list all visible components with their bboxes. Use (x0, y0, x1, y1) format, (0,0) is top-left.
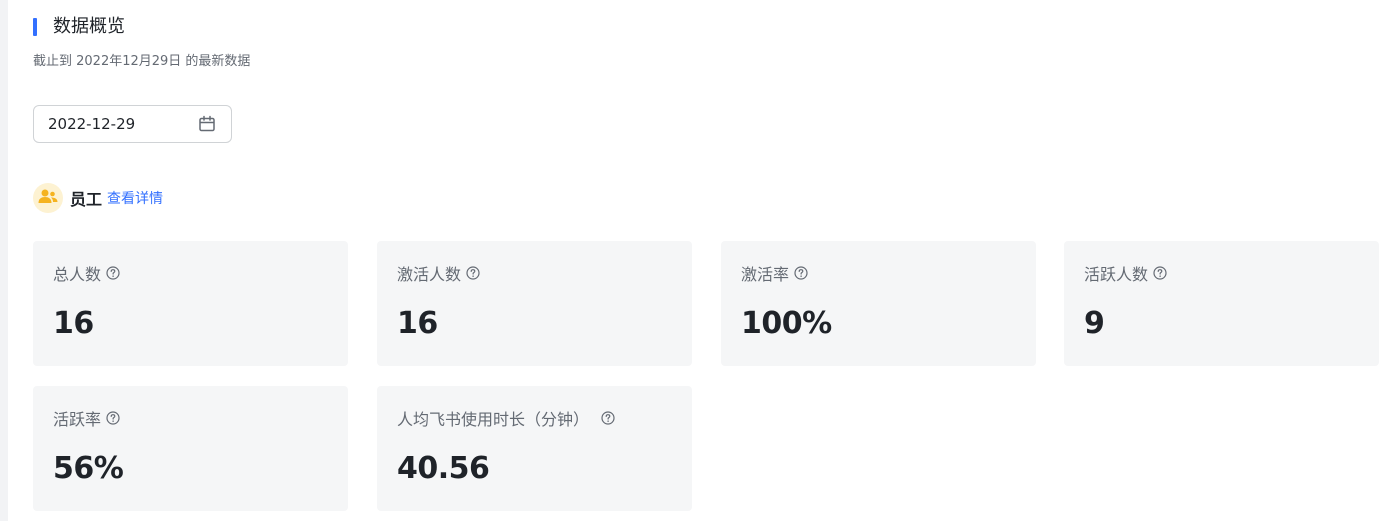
date-value: 2022-12-29 (48, 115, 136, 133)
page-title: 数据概览 (53, 16, 125, 37)
title-accent-bar (33, 18, 37, 36)
help-icon[interactable] (466, 266, 480, 280)
date-picker[interactable]: 2022-12-29 (33, 105, 232, 143)
avatar (33, 183, 63, 213)
metric-value: 16 (397, 306, 438, 341)
people-icon (38, 188, 58, 208)
metric-label: 激活人数 (397, 265, 462, 284)
metric-value: 16 (53, 306, 94, 341)
calendar-icon[interactable] (197, 114, 217, 134)
metric-card-total-count: 总人数 16 (33, 241, 348, 366)
help-icon[interactable] (106, 411, 120, 425)
metric-label: 激活率 (741, 265, 790, 284)
help-icon[interactable] (794, 266, 808, 280)
section-title: 数据概览 (33, 16, 125, 38)
metric-card-activated-count: 激活人数 16 (377, 241, 692, 366)
metric-card-activation-rate: 激活率 100% (721, 241, 1036, 366)
metric-label: 总人数 (53, 265, 102, 284)
metric-value: 9 (1084, 306, 1105, 341)
metric-label: 人均飞书使用时长（分钟） (397, 410, 590, 429)
help-icon[interactable] (601, 411, 615, 425)
metric-card-avg-usage-minutes: 人均飞书使用时长（分钟） 40.56 (377, 386, 692, 511)
left-edge-strip (0, 0, 8, 521)
help-icon[interactable] (106, 266, 120, 280)
data-cutoff-subtitle: 截止到 2022年12月29日 的最新数据 (33, 54, 251, 69)
metric-label: 活跃率 (53, 410, 102, 429)
view-details-link[interactable]: 查看详情 (107, 188, 163, 208)
metric-value: 56% (53, 451, 124, 486)
employee-header: 员工 查看详情 (33, 183, 163, 213)
metric-card-active-count: 活跃人数 9 (1064, 241, 1379, 366)
metric-label: 活跃人数 (1084, 265, 1149, 284)
help-icon[interactable] (1153, 266, 1167, 280)
metric-card-active-rate: 活跃率 56% (33, 386, 348, 511)
metric-value: 100% (741, 306, 832, 341)
metric-value: 40.56 (397, 451, 490, 486)
employee-label: 员工 (70, 190, 103, 209)
